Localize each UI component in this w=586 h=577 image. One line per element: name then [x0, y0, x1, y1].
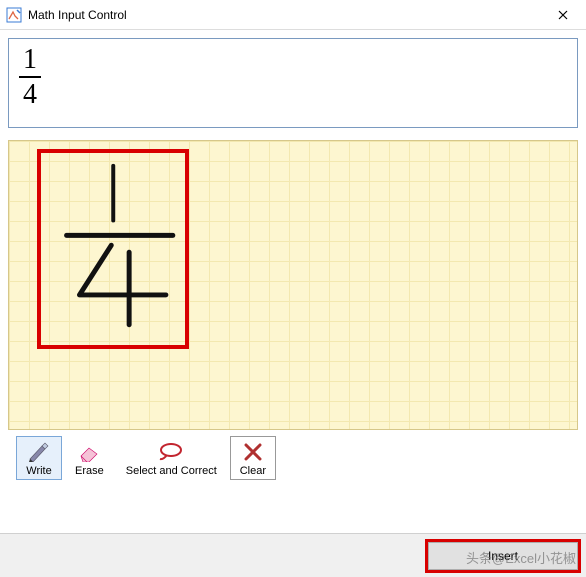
fraction-bar — [19, 76, 41, 78]
lasso-icon — [157, 441, 185, 463]
eraser-icon — [75, 441, 103, 463]
window-title: Math Input Control — [28, 8, 540, 22]
toolbar: Write Erase Select and Correct — [8, 430, 578, 482]
erase-label: Erase — [75, 465, 104, 477]
fraction-numerator: 1 — [19, 45, 41, 74]
close-button[interactable] — [540, 0, 586, 30]
pencil-icon — [25, 441, 53, 463]
select-correct-button[interactable]: Select and Correct — [117, 436, 226, 480]
write-button[interactable]: Write — [16, 436, 62, 480]
clear-icon — [239, 441, 267, 463]
erase-button[interactable]: Erase — [66, 436, 113, 480]
clear-button[interactable]: Clear — [230, 436, 276, 480]
clear-label: Clear — [240, 465, 266, 477]
ink-canvas[interactable] — [8, 140, 578, 430]
write-label: Write — [26, 465, 51, 477]
bottom-bar: Insert — [0, 533, 586, 577]
app-icon — [6, 7, 22, 23]
content-area: 1 4 Write — [0, 30, 586, 490]
handwriting-ink — [9, 141, 577, 429]
close-icon — [558, 10, 568, 20]
fraction-denominator: 4 — [19, 80, 41, 109]
math-preview: 1 4 — [8, 38, 578, 128]
insert-button[interactable]: Insert — [428, 542, 578, 570]
fraction-display: 1 4 — [19, 45, 41, 110]
titlebar: Math Input Control — [0, 0, 586, 30]
select-correct-label: Select and Correct — [126, 465, 217, 477]
